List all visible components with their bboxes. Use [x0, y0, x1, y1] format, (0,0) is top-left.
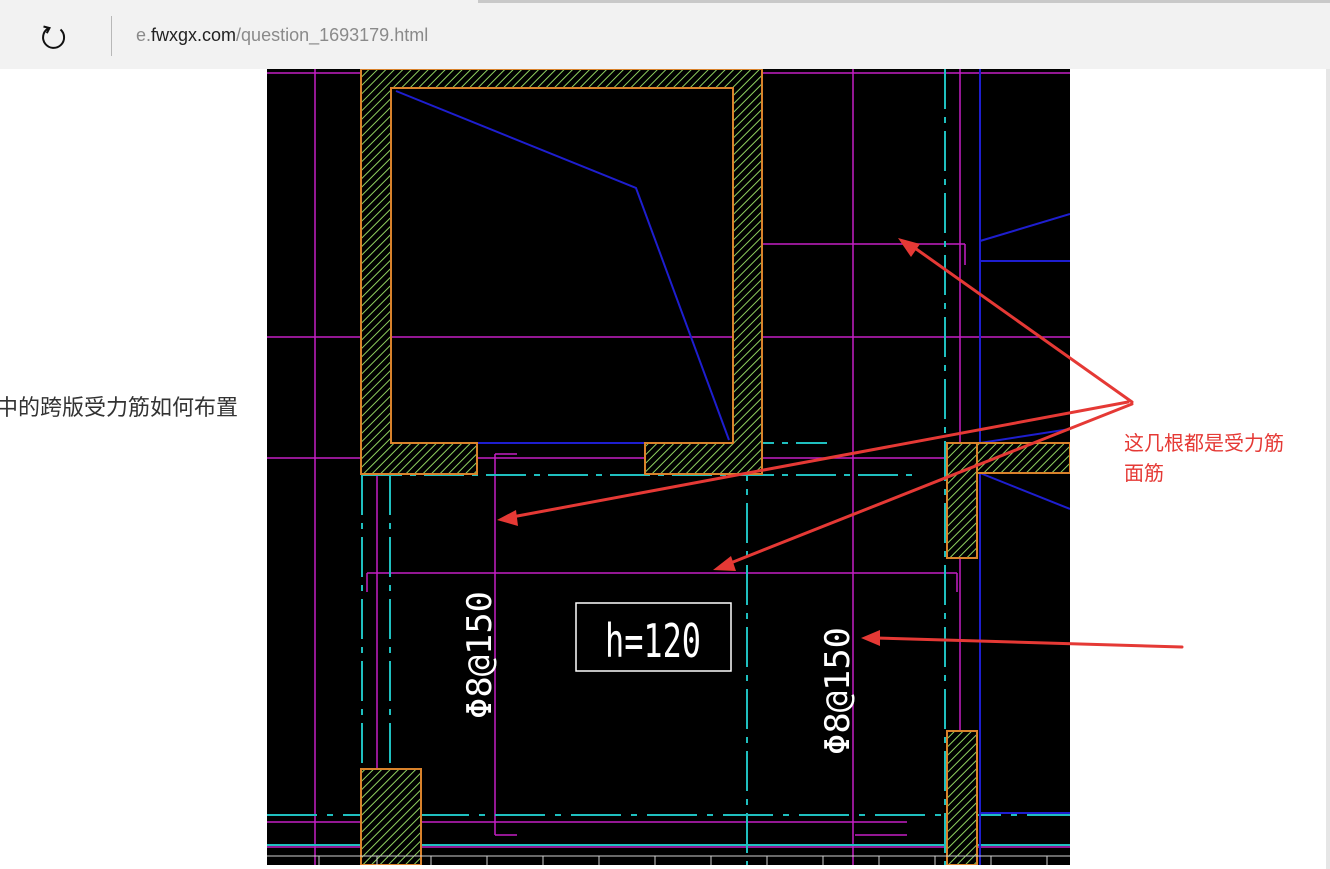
annotation-line-1: 这几根都是受力筋 — [1124, 431, 1284, 455]
annotation-note: 这几根都是受力筋 面筋 — [1124, 428, 1284, 488]
rebar-label-left: Φ8@150 — [460, 591, 500, 719]
rebar-label-right: Φ8@150 — [818, 627, 858, 755]
question-text: 中的跨版受力筋如何布置 — [0, 396, 239, 421]
browser-window: e.fwxgx.com/question_1693179.html 中的跨版受力… — [0, 0, 1330, 869]
url-path: /question_1693179.html — [236, 25, 429, 45]
hatched-walls — [360, 69, 1070, 865]
cad-drawing: h=120 Φ8@150 Φ8@150 — [267, 69, 1070, 865]
slab-thickness-label: h=120 — [605, 614, 701, 668]
cad-drawing-image: h=120 Φ8@150 Φ8@150 — [267, 69, 1070, 865]
annotation-line-2: 面筋 — [1124, 461, 1164, 485]
refresh-button[interactable] — [34, 21, 74, 53]
address-bar[interactable]: e.fwxgx.com/question_1693179.html — [136, 22, 1036, 48]
refresh-icon — [42, 25, 66, 49]
url-prefix: e. — [136, 25, 152, 45]
browser-toolbar: e.fwxgx.com/question_1693179.html — [0, 3, 1330, 69]
page-scrollbar[interactable] — [1326, 69, 1330, 869]
url-host: fwxgx.com — [151, 25, 237, 45]
toolbar-divider — [111, 16, 112, 56]
